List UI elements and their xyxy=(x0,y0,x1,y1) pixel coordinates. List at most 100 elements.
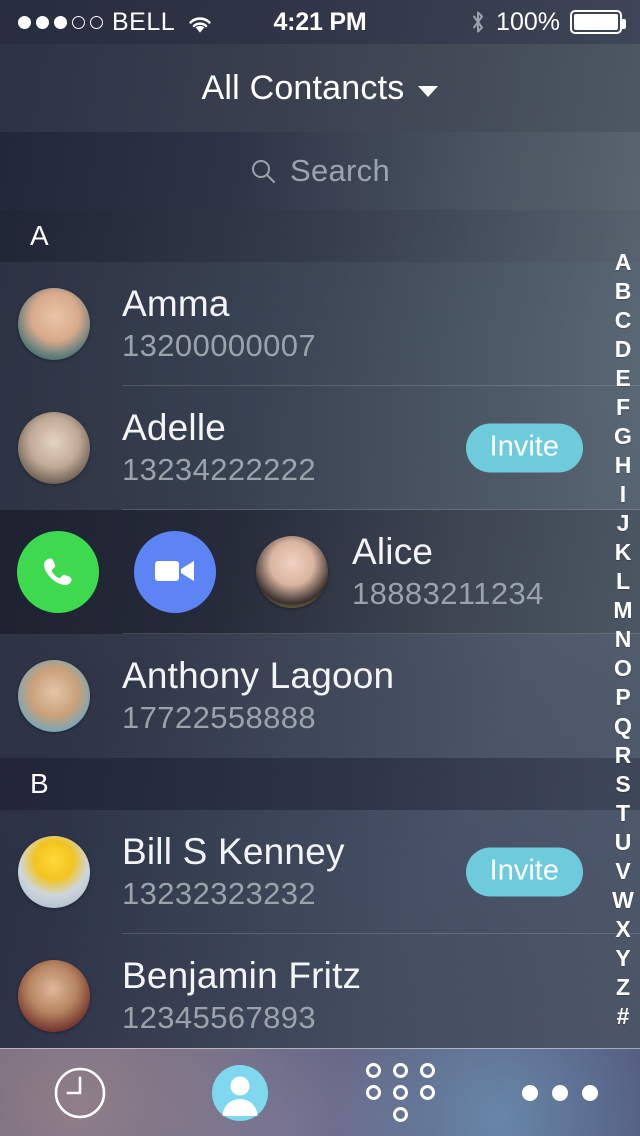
alphabet-index-letter[interactable]: # xyxy=(617,1002,630,1031)
video-camera-icon xyxy=(153,556,197,589)
alphabet-index-letter[interactable]: N xyxy=(615,625,632,654)
section-header-label: B xyxy=(30,768,49,799)
contact-meta: Bill S Kenney 13232323232 xyxy=(122,831,345,912)
alphabet-index-letter[interactable]: X xyxy=(615,915,630,944)
avatar xyxy=(18,660,90,732)
video-call-button[interactable] xyxy=(134,531,216,613)
alphabet-index-letter[interactable]: K xyxy=(615,538,632,567)
photo-woman-bangs xyxy=(256,536,328,608)
contacts-filter-dropdown[interactable]: All Contancts xyxy=(202,69,439,108)
invite-button[interactable]: Invite xyxy=(465,847,583,897)
avatar xyxy=(18,288,90,360)
call-button[interactable] xyxy=(17,531,99,613)
contact-name: Benjamin Fritz xyxy=(122,955,362,997)
alphabet-index-letter[interactable]: D xyxy=(615,335,632,364)
section-header-a: A xyxy=(0,210,640,262)
app-screen: BELL 4:21 PM 100% All Contancts Search A… xyxy=(0,0,640,1136)
contact-number: 12345567893 xyxy=(122,999,317,1035)
photo-man-headband xyxy=(18,660,90,732)
alphabet-index-letter[interactable]: P xyxy=(615,683,630,712)
alphabet-index-letter[interactable]: U xyxy=(615,828,632,857)
dialpad-icon xyxy=(365,1063,435,1122)
contact-number: 13234222222 xyxy=(122,451,317,487)
person-icon xyxy=(211,1064,269,1122)
contact-name: Anthony Lagoon xyxy=(122,655,395,697)
contact-row[interactable]: Benjamin Fritz 12345567893 xyxy=(0,934,640,1048)
alphabet-index-letter[interactable]: E xyxy=(615,364,630,393)
avatar xyxy=(18,412,90,484)
contact-row[interactable]: Alice 18883211234 xyxy=(0,510,640,634)
contact-number: 13200000007 xyxy=(122,327,317,363)
contact-number: 18883211234 xyxy=(352,575,544,611)
alphabet-index-letter[interactable]: Y xyxy=(615,944,630,973)
nav-bar: All Contancts xyxy=(0,44,640,132)
alphabet-index-letter[interactable]: Q xyxy=(614,712,632,741)
contact-number: 17722558888 xyxy=(122,699,317,735)
contact-meta: Amma 13200000007 xyxy=(122,283,316,364)
contact-row[interactable]: Amma 13200000007 xyxy=(0,262,640,386)
photo-man-beard xyxy=(18,960,90,1032)
photo-woman-portrait xyxy=(18,412,90,484)
wifi-icon xyxy=(187,12,213,33)
contact-name: Amma xyxy=(122,283,230,325)
contact-number: 13232323232 xyxy=(122,875,317,911)
status-bar: BELL 4:21 PM 100% xyxy=(0,0,640,44)
alphabet-index-letter[interactable]: O xyxy=(614,654,632,683)
search-placeholder: Search xyxy=(289,153,391,188)
contact-row[interactable]: Bill S Kenney 13232323232 Invite xyxy=(0,810,640,934)
tab-keypad[interactable] xyxy=(320,1049,480,1136)
signal-dot xyxy=(36,15,49,29)
alphabet-index-letter[interactable]: S xyxy=(615,770,630,799)
tab-contacts[interactable] xyxy=(160,1049,320,1136)
section-header-b: B xyxy=(0,758,640,810)
clock-icon xyxy=(52,1065,108,1121)
contact-row[interactable]: Adelle 13234222222 Invite xyxy=(0,386,640,510)
search-icon xyxy=(250,158,276,184)
search-bar[interactable]: Search xyxy=(0,132,640,210)
signal-strength-icon xyxy=(18,15,103,29)
alphabet-index-letter[interactable]: L xyxy=(616,567,630,596)
alphabet-index-letter[interactable]: R xyxy=(615,741,632,770)
contact-meta: Anthony Lagoon 17722558888 xyxy=(122,655,394,736)
status-bar-right: 100% xyxy=(470,7,626,37)
avatar xyxy=(18,960,90,1032)
tab-recents[interactable] xyxy=(0,1049,160,1136)
contact-meta: Adelle 13234222222 xyxy=(122,407,316,488)
signal-dot xyxy=(72,15,85,29)
photo-lego-head xyxy=(18,836,90,908)
alphabet-index-letter[interactable]: A xyxy=(615,248,632,277)
battery-full-icon xyxy=(570,10,626,34)
bluetooth-icon xyxy=(470,10,486,34)
signal-dot xyxy=(54,15,67,29)
tab-more[interactable] xyxy=(480,1049,640,1136)
alphabet-index-letter[interactable]: I xyxy=(620,480,626,509)
search-input[interactable]: Search xyxy=(250,153,390,189)
contacts-list[interactable]: A Amma 13200000007 Adelle 13234222222 Invite A… xyxy=(0,210,640,1048)
avatar xyxy=(256,536,328,608)
alphabet-index-letter[interactable]: B xyxy=(615,277,632,306)
alphabet-index-letter[interactable]: J xyxy=(617,509,630,538)
alphabet-index-letter[interactable]: Z xyxy=(616,973,630,1002)
signal-dot xyxy=(90,15,103,29)
invite-button[interactable]: Invite xyxy=(465,423,583,473)
photo-woman-selfie xyxy=(18,288,90,360)
alphabet-index-letter[interactable]: T xyxy=(616,799,630,828)
ellipsis-icon xyxy=(522,1084,598,1101)
status-bar-left: BELL xyxy=(18,8,470,37)
contact-row[interactable]: Anthony Lagoon 17722558888 xyxy=(0,634,640,758)
contact-meta: Alice 18883211234 xyxy=(352,531,544,612)
chevron-down-icon xyxy=(418,85,439,97)
alphabet-index-letter[interactable]: W xyxy=(612,886,634,915)
carrier-label: BELL xyxy=(112,7,176,36)
alphabet-index-letter[interactable]: H xyxy=(615,451,632,480)
contact-name: Bill S Kenney xyxy=(122,831,345,873)
alphabet-index-letter[interactable]: V xyxy=(615,857,630,886)
alphabet-index-letter[interactable]: C xyxy=(615,306,632,335)
alphabet-index[interactable]: A B C D E F G H I J K L M N O P Q R S T U V W X Y Z # xyxy=(606,248,640,1031)
section-header-label: A xyxy=(30,220,49,251)
alphabet-index-letter[interactable]: G xyxy=(614,422,632,451)
battery-percent-label: 100% xyxy=(496,7,560,36)
alphabet-index-letter[interactable]: F xyxy=(616,393,630,422)
avatar xyxy=(18,836,90,908)
alphabet-index-letter[interactable]: M xyxy=(613,596,632,625)
